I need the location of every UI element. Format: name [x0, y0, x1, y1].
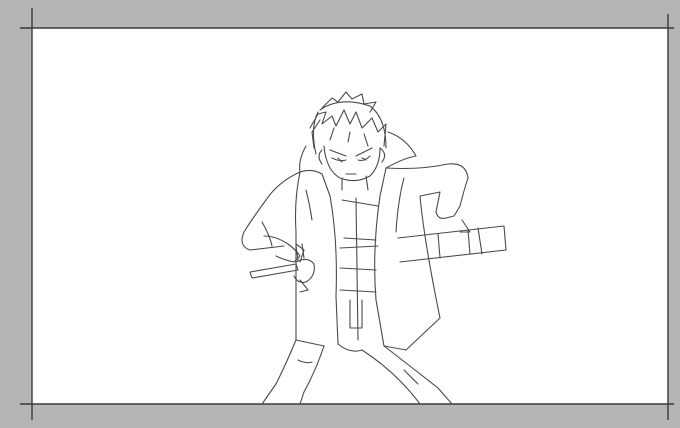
jacket-strokes [241, 163, 469, 351]
character-drawing [241, 91, 507, 405]
scabbard [397, 219, 507, 263]
hair-strokes [309, 91, 387, 155]
hood-collar [299, 131, 417, 197]
face-strokes [318, 145, 386, 191]
sword-hilt [249, 243, 315, 293]
drawing-stage [0, 0, 680, 428]
legs [261, 339, 453, 405]
